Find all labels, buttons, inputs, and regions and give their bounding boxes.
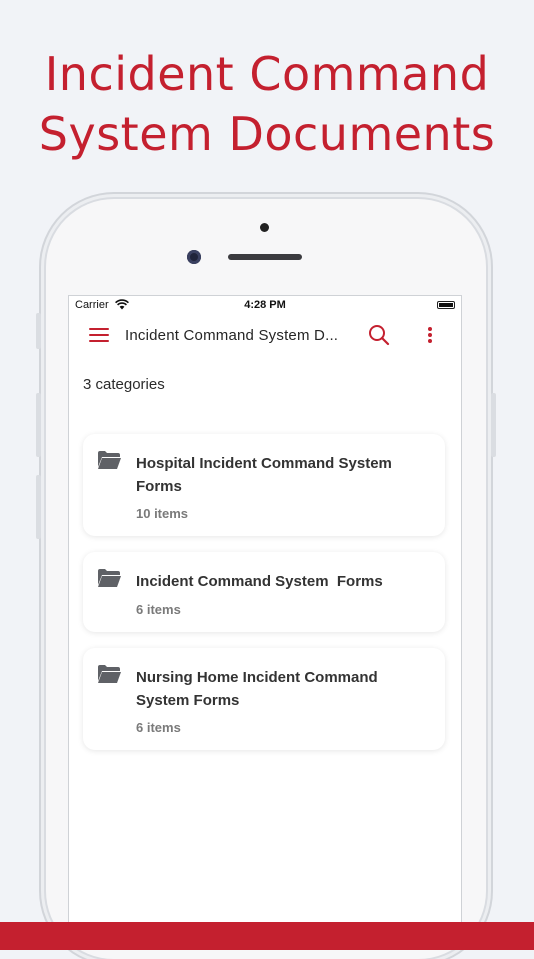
category-card[interactable]: Nursing Home Incident Command System For… [83,648,445,750]
category-name: Incident Command System Forms [136,573,383,590]
proximity-sensor [260,223,269,232]
app-bar: Incident Command System D... [69,316,461,356]
category-name: Hospital Incident Command System Forms [136,455,392,495]
more-vert-icon[interactable] [419,324,439,346]
category-card[interactable]: Hospital Incident Command System Forms 1… [83,434,445,536]
category-name: Nursing Home Incident Command System For… [136,669,378,709]
earpiece-speaker [228,254,302,260]
bottom-accent-bar [0,922,534,950]
headline-line-1: Incident Command [44,47,490,101]
app-screen: Carrier 4:28 PM Incident Command System … [68,295,462,937]
categories-count: 3 categories [83,376,165,393]
phone-frame: Carrier 4:28 PM Incident Command System … [36,199,496,959]
category-item-count: 10 items [136,506,189,521]
folder-icon [98,451,121,469]
menu-icon[interactable] [89,326,109,342]
search-icon[interactable] [367,323,391,347]
folder-icon [98,665,121,683]
category-item-count: 6 items [136,602,181,617]
status-bar: Carrier 4:28 PM [69,296,461,316]
headline-line-2: System Documents [38,107,496,161]
power-button [491,393,496,457]
category-card[interactable]: Incident Command System Forms 6 items [83,552,445,632]
front-camera [187,250,201,264]
app-title: Incident Command System D... [125,327,339,344]
clock: 4:28 PM [244,299,286,311]
volume-up-button [36,393,41,457]
mute-switch [36,313,41,349]
folder-icon [98,569,121,587]
volume-down-button [36,475,41,539]
promo-headline: Incident Command System Documents [0,44,534,164]
category-item-count: 6 items [136,720,181,735]
battery-icon [437,301,455,309]
